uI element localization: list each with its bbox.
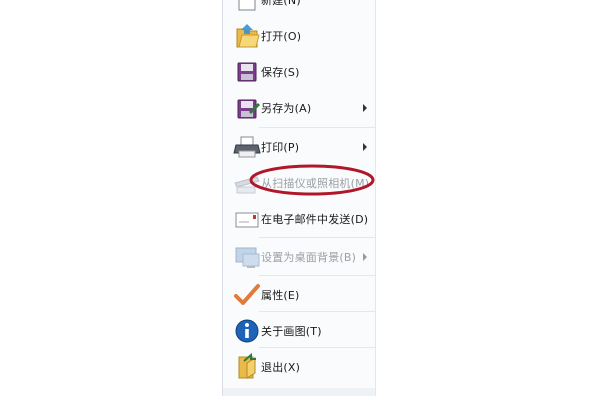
menu-item-label: 打开(O) (261, 30, 302, 43)
new-document-icon (238, 0, 256, 11)
info-icon (235, 319, 259, 343)
save-as-icon (237, 99, 260, 119)
menu-item-label: 退出(X) (261, 361, 301, 374)
menu-separator (259, 127, 375, 128)
menu-item-label: 保存(S) (261, 66, 300, 79)
menu-item-exit[interactable]: 退出(X) (223, 349, 375, 385)
menu-item-label: 在电子邮件中发送(D) (261, 213, 369, 226)
menu-item-label: 打印(P) (261, 141, 300, 154)
menu-item-open[interactable]: 打开(O) (223, 18, 375, 54)
menu-item-save[interactable]: 保存(S) (223, 54, 375, 90)
exit-icon (238, 352, 256, 379)
submenu-arrow-icon (363, 253, 367, 261)
file-menu: 新建(N) 打开(O) 保存(S) 另存为(A) 打印(P) 从扫描仪或照相机(… (222, 0, 376, 396)
menu-separator (259, 347, 375, 348)
menu-item-new[interactable]: 新建(N) (223, 0, 375, 18)
menu-item-properties[interactable]: 属性(E) (223, 277, 375, 313)
menu-item-send-email[interactable]: 在电子邮件中发送(D) (223, 201, 375, 237)
menu-separator (259, 275, 375, 276)
floppy-disk-icon (237, 62, 257, 82)
menu-item-label: 另存为(A) (261, 102, 312, 115)
menu-bottom-bar (223, 388, 375, 396)
submenu-arrow-icon (363, 143, 367, 151)
menu-item-print[interactable]: 打印(P) (223, 129, 375, 165)
menu-item-save-as[interactable]: 另存为(A) (223, 90, 375, 126)
highlight-ellipse-annotation (249, 164, 375, 196)
menu-item-label: 关于画图(T) (261, 325, 322, 338)
submenu-arrow-icon (363, 104, 367, 112)
printer-icon (233, 136, 261, 158)
checkmark-icon (234, 284, 260, 305)
menu-separator (259, 311, 375, 312)
menu-item-label: 设置为桌面背景(B) (261, 251, 357, 264)
menu-item-label: 新建(N) (261, 0, 301, 7)
menu-separator (259, 237, 375, 238)
menu-item-set-desktop-background: 设置为桌面背景(B) (223, 239, 375, 275)
folder-open-icon (236, 24, 260, 48)
desktop-background-icon (235, 247, 260, 268)
email-icon (235, 212, 259, 228)
menu-item-label: 属性(E) (261, 289, 300, 302)
menu-item-about-paint[interactable]: 关于画图(T) (223, 313, 375, 349)
